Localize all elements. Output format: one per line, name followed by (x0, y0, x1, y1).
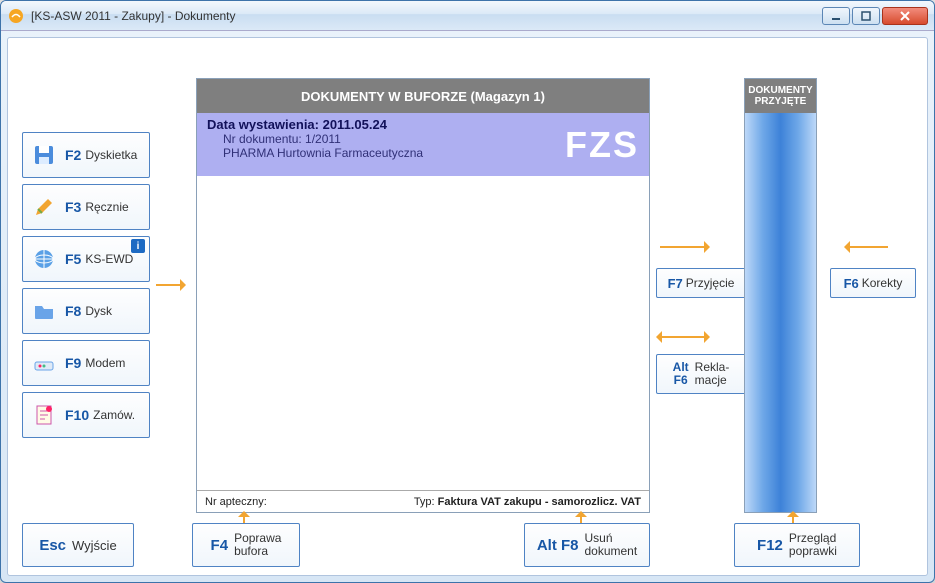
f-key: F7 (668, 276, 683, 291)
f-key: F4 (211, 537, 229, 554)
app-window: [KS-ASW 2011 - Zakupy] - Dokumenty F2 Dy… (0, 0, 935, 583)
accepted-list-area[interactable] (745, 113, 816, 512)
arrow-buffer-to-accept-top (660, 246, 706, 248)
button-label: Korekty (862, 276, 903, 290)
window-controls (822, 7, 928, 25)
minimize-button[interactable] (822, 7, 850, 25)
button-label-2: dokument (584, 545, 637, 558)
button-label: Wyjście (72, 538, 117, 553)
f9-modem-button[interactable]: F9 Modem (22, 340, 150, 386)
altf6-reklamacje-button[interactable]: Alt F6 Rekla- macje (656, 354, 746, 394)
button-label: Ręcznie (85, 200, 128, 214)
doc-contractor: PHARMA Hurtownia Farmaceutyczna (223, 146, 423, 160)
folder-icon (31, 298, 57, 324)
note-icon (31, 402, 57, 428)
altf8-usun-button[interactable]: Alt F8 Usuń dokument (524, 523, 650, 567)
buffer-list-area[interactable] (197, 176, 649, 490)
window-title: [KS-ASW 2011 - Zakupy] - Dokumenty (31, 9, 822, 23)
buffer-panel: DOKUMENTY W BUFORZE (Magazyn 1) Data wys… (196, 78, 650, 513)
f8-dysk-button[interactable]: F8 Dysk (22, 288, 150, 334)
button-label: KS-EWD (85, 252, 133, 266)
button-label: Modem (85, 356, 125, 370)
f7-przyjecie-button[interactable]: F7 Przyjęcie (656, 268, 746, 298)
button-label-2: poprawki (789, 545, 837, 558)
accepted-title: DOKUMENTY PRZYJĘTE (745, 79, 816, 113)
accepted-panel: DOKUMENTY PRZYJĘTE (744, 78, 817, 513)
f-key: F10 (65, 407, 89, 423)
f-key: F5 (65, 251, 81, 267)
accepted-title-2: PRZYJĘTE (755, 96, 807, 107)
info-badge-icon: i (131, 239, 145, 253)
button-label: Dyskietka (85, 148, 137, 162)
f-key: F8 (65, 303, 81, 319)
f6-korekty-button[interactable]: F6 Korekty (830, 268, 916, 298)
client-area: F2 Dyskietka F3 Ręcznie F5 KS-EWD i (7, 37, 928, 576)
f5-ksewd-button[interactable]: F5 KS-EWD i (22, 236, 150, 282)
app-icon (7, 7, 25, 25)
globe-icon (31, 246, 57, 272)
f-key: Alt F8 (537, 537, 579, 554)
button-label-2: macje (695, 374, 730, 387)
document-header[interactable]: Data wystawienia: 2011.05.24 Nr dokument… (197, 113, 649, 176)
esc-wyjscie-button[interactable]: Esc Wyjście (22, 523, 134, 567)
button-label-2: bufora (234, 545, 281, 558)
f-key: F9 (65, 355, 81, 371)
floppy-icon (31, 142, 57, 168)
doc-issue-date: Data wystawienia: 2011.05.24 (207, 117, 423, 132)
f12-przeglad-button[interactable]: F12 Przegląd poprawki (734, 523, 860, 567)
type-label: Typ: (414, 496, 435, 508)
f10-zamow-button[interactable]: F10 Zamów. (22, 392, 150, 438)
f4-poprawa-button[interactable]: F4 Poprawa bufora (192, 523, 300, 567)
f-key: F6 (844, 276, 859, 291)
f-key: F12 (757, 537, 783, 554)
titlebar: [KS-ASW 2011 - Zakupy] - Dokumenty (1, 1, 934, 31)
f-key: F3 (65, 199, 81, 215)
arrow-buffer-to-accept-bi1 (660, 336, 706, 338)
doc-number: Nr dokumentu: 1/2011 (223, 132, 423, 146)
f-key2: F6 (674, 374, 688, 387)
arrow-accepted-to-korekty (848, 246, 888, 248)
type-value: Faktura VAT zakupu - samorozlicz. VAT (438, 496, 641, 508)
button-label: Dysk (85, 304, 112, 318)
pencil-icon (31, 194, 57, 220)
button-label: Zamów. (93, 408, 135, 422)
f-key: F2 (65, 147, 81, 163)
arrow-left-to-buffer (156, 284, 182, 286)
pharm-no-label: Nr apteczny: (205, 496, 267, 508)
button-label: Przyjęcie (686, 276, 735, 290)
maximize-button[interactable] (852, 7, 880, 25)
modem-icon (31, 350, 57, 376)
f-key: Esc (39, 537, 66, 554)
f3-recznie-button[interactable]: F3 Ręcznie (22, 184, 150, 230)
document-header-text: Data wystawienia: 2011.05.24 Nr dokument… (207, 117, 423, 172)
close-button[interactable] (882, 7, 928, 25)
doc-type-code: FZS (565, 124, 639, 166)
accepted-title-1: DOKUMENTY (748, 85, 812, 96)
buffer-title: DOKUMENTY W BUFORZE (Magazyn 1) (197, 79, 649, 113)
left-toolbar: F2 Dyskietka F3 Ręcznie F5 KS-EWD i (22, 132, 150, 438)
f2-dyskietka-button[interactable]: F2 Dyskietka (22, 132, 150, 178)
